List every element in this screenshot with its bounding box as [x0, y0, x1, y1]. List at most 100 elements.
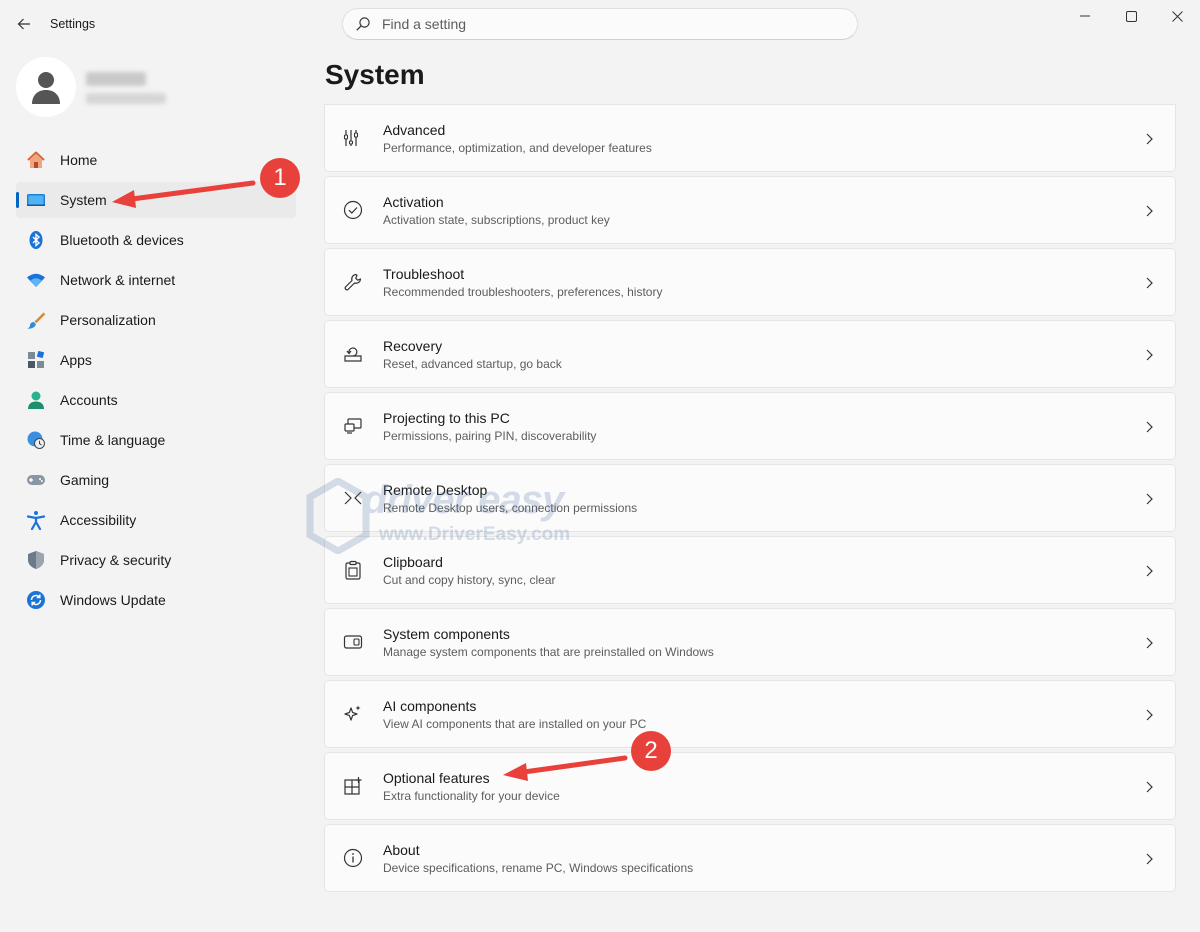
advanced-icon	[343, 128, 363, 148]
system-icon	[26, 190, 46, 210]
sidebar-item-apps[interactable]: Apps	[16, 342, 296, 378]
home-icon	[26, 150, 46, 170]
person-icon	[32, 72, 60, 104]
apps-icon	[26, 350, 46, 370]
optional-features-icon	[343, 776, 363, 796]
sidebar-item-label: Privacy & security	[60, 552, 172, 568]
sidebar-item-accounts[interactable]: Accounts	[16, 382, 296, 418]
projecting-icon	[343, 416, 363, 436]
watermark-url: www.DriverEasy.com	[379, 524, 571, 545]
sparkle-icon	[343, 704, 363, 724]
components-icon	[343, 632, 363, 652]
chevron-right-icon	[1146, 853, 1153, 865]
chevron-right-icon	[1146, 781, 1153, 793]
gamepad-icon	[26, 470, 46, 490]
sidebar-item-label: Gaming	[60, 472, 110, 488]
sidebar-item-windows-update[interactable]: Windows Update	[16, 582, 296, 618]
card-title: System components	[383, 625, 510, 642]
sidebar-item-privacy[interactable]: Privacy & security	[16, 542, 296, 578]
card-system-components[interactable]: System components Manage system component…	[324, 608, 1176, 676]
search-input[interactable]	[382, 16, 822, 32]
card-recovery[interactable]: Recovery Reset, advanced startup, go back	[324, 320, 1176, 388]
sidebar-nav: Home System Bluetooth & devices Network …	[16, 142, 296, 622]
chevron-right-icon	[1146, 205, 1153, 217]
sidebar-item-gaming[interactable]: Gaming	[16, 462, 296, 498]
card-subtitle: Device specifications, rename PC, Window…	[383, 860, 694, 875]
sidebar-item-label: Accessibility	[60, 512, 137, 528]
card-title: Activation	[383, 193, 444, 210]
sidebar-item-label: System	[60, 192, 107, 208]
search-box[interactable]	[342, 8, 858, 40]
check-circle-icon	[343, 200, 363, 220]
update-icon	[26, 590, 46, 610]
sidebar-item-accessibility[interactable]: Accessibility	[16, 502, 296, 538]
card-title: Recovery	[383, 337, 443, 354]
chevron-right-icon	[1146, 493, 1153, 505]
card-title: Advanced	[383, 121, 446, 138]
sidebar-item-label: Windows Update	[60, 592, 166, 608]
card-optional-features[interactable]: Optional features Extra functionality for…	[324, 752, 1176, 820]
chevron-right-icon	[1146, 277, 1153, 289]
user-profile[interactable]	[16, 57, 286, 117]
card-subtitle: Reset, advanced startup, go back	[383, 356, 562, 371]
chevron-right-icon	[1146, 349, 1153, 361]
card-projecting[interactable]: Projecting to this PC Permissions, pairin…	[324, 392, 1176, 460]
card-subtitle: Recommended troubleshooters, preferences…	[383, 284, 663, 299]
card-title: Optional features	[383, 769, 490, 786]
avatar	[16, 57, 76, 117]
card-about[interactable]: About Device specifications, rename PC, W…	[324, 824, 1176, 892]
bluetooth-icon	[26, 230, 46, 250]
clipboard-icon	[343, 560, 363, 580]
sidebar-item-bluetooth[interactable]: Bluetooth & devices	[16, 222, 296, 258]
profile-name-blurred	[86, 72, 146, 86]
card-subtitle: Extra functionality for your device	[383, 788, 560, 803]
sidebar-item-home[interactable]: Home	[16, 142, 296, 178]
step-badge-2: 2	[631, 731, 671, 771]
accounts-icon	[26, 390, 46, 410]
card-ai-components[interactable]: AI components View AI components that are…	[324, 680, 1176, 748]
page-title: System	[325, 59, 425, 90]
sidebar-item-network[interactable]: Network & internet	[16, 262, 296, 298]
shield-icon	[26, 550, 46, 570]
maximize-button[interactable]	[1108, 0, 1154, 32]
back-arrow-icon	[17, 18, 30, 30]
wrench-icon	[343, 272, 363, 292]
sidebar-item-personalization[interactable]: Personalization	[16, 302, 296, 338]
step-badge-1: 1	[260, 158, 300, 198]
chevron-right-icon	[1146, 133, 1153, 145]
card-advanced[interactable]: Advanced Performance, optimization, and d…	[324, 104, 1176, 172]
sidebar-item-label: Home	[60, 152, 98, 168]
card-subtitle: Performance, optimization, and developer…	[383, 140, 652, 155]
sidebar-item-label: Personalization	[60, 312, 156, 328]
card-title: About	[383, 841, 420, 858]
chevron-right-icon	[1146, 709, 1153, 721]
sidebar-item-label: Bluetooth & devices	[60, 232, 184, 248]
recovery-icon	[343, 344, 363, 364]
card-title: Projecting to this PC	[383, 409, 510, 426]
sidebar-item-label: Time & language	[60, 432, 166, 448]
card-subtitle: View AI components that are installed on…	[383, 716, 647, 731]
card-subtitle: Manage system components that are preins…	[383, 644, 714, 659]
search-icon	[356, 17, 370, 31]
chevron-right-icon	[1146, 565, 1153, 577]
chevron-right-icon	[1146, 637, 1153, 649]
maximize-icon	[1125, 10, 1137, 22]
globe-clock-icon	[26, 430, 46, 450]
sidebar-item-label: Network & internet	[60, 272, 176, 288]
title-bar: Settings	[0, 0, 1200, 48]
sidebar-item-time-language[interactable]: Time & language	[16, 422, 296, 458]
back-button[interactable]	[10, 10, 38, 38]
profile-email-blurred	[86, 93, 166, 104]
sidebar-item-label: Apps	[60, 352, 92, 368]
card-activation[interactable]: Activation Activation state, subscription…	[324, 176, 1176, 244]
close-icon	[1171, 10, 1183, 22]
chevron-right-icon	[1146, 421, 1153, 433]
watermark: driver easy www.DriverEasy.com	[305, 476, 625, 556]
minimize-button[interactable]	[1062, 0, 1108, 32]
card-troubleshoot[interactable]: Troubleshoot Recommended troubleshooters,…	[324, 248, 1176, 316]
sidebar-item-system[interactable]: System	[16, 182, 296, 218]
close-button[interactable]	[1154, 0, 1200, 32]
card-subtitle: Activation state, subscriptions, product…	[383, 212, 610, 227]
info-icon	[343, 848, 363, 868]
card-title: Troubleshoot	[383, 265, 465, 282]
